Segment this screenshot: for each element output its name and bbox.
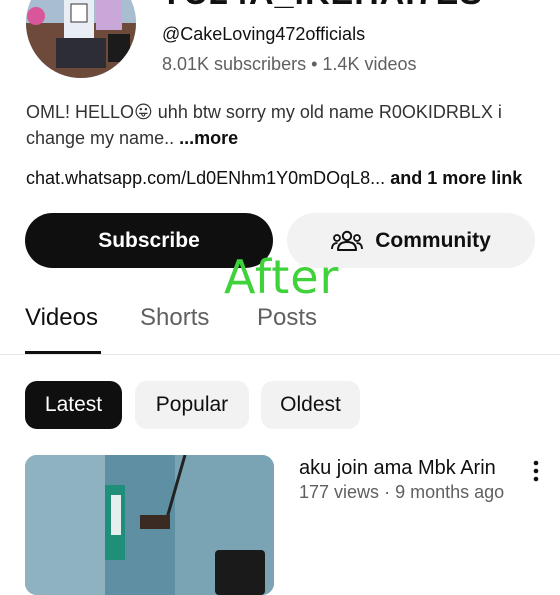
stats-separator: •: [311, 54, 318, 74]
channel-description[interactable]: OML! HELLO😛 uhh btw sorry my old name R0…: [26, 99, 526, 151]
description-text: OML! HELLO😛 uhh btw sorry my old name R0…: [26, 102, 502, 148]
chip-oldest[interactable]: Oldest: [261, 381, 360, 429]
more-links-link[interactable]: and 1 more link: [390, 168, 522, 188]
community-label: Community: [375, 228, 491, 252]
subscribe-label: Subscribe: [98, 228, 200, 252]
channel-handle: @CakeLoving472officials: [162, 24, 366, 44]
meta-separator: ·: [384, 482, 391, 502]
tab-shorts[interactable]: Shorts: [140, 304, 209, 332]
tab-posts[interactable]: Posts: [257, 304, 317, 332]
video-title[interactable]: aku join ama Mbk Arin: [299, 457, 496, 480]
video-count: 1.4K videos: [322, 54, 417, 74]
chip-latest[interactable]: Latest: [25, 381, 122, 429]
description-more-link[interactable]: ...more: [179, 128, 238, 148]
channel-name: YU24A_.KEHAI7ES: [160, 0, 483, 13]
avatar-image: [26, 0, 136, 78]
video-menu-button[interactable]: [526, 458, 546, 484]
community-icon: [331, 230, 364, 251]
subscriber-count: 8.01K subscribers: [162, 54, 307, 74]
chip-popular[interactable]: Popular: [135, 381, 249, 429]
more-vert-icon: [533, 460, 539, 482]
tab-videos[interactable]: Videos: [25, 304, 98, 332]
thumbnail-image: [25, 455, 274, 595]
video-metadata: 177 views · 9 months ago: [299, 482, 504, 503]
tab-divider: [0, 354, 560, 355]
video-views: 177 views: [299, 482, 380, 502]
channel-link[interactable]: chat.whatsapp.com/Ld0ENhm1Y0mDOqL8...: [26, 168, 385, 188]
video-age: 9 months ago: [395, 482, 505, 502]
channel-stats: 8.01K subscribers • 1.4K videos: [162, 54, 416, 75]
channel-links[interactable]: chat.whatsapp.com/Ld0ENhm1Y0mDOqL8... an…: [26, 168, 522, 189]
after-watermark: After: [224, 250, 340, 304]
channel-avatar[interactable]: [26, 0, 136, 78]
video-thumbnail[interactable]: [25, 455, 274, 595]
